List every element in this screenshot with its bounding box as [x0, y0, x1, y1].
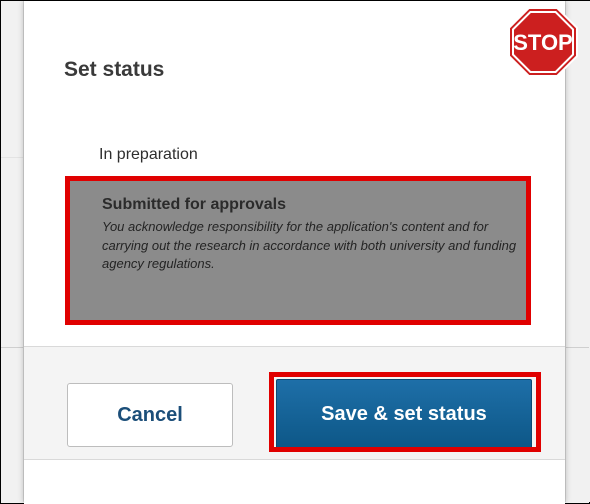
status-option-in-preparation[interactable]: In preparation — [66, 124, 531, 178]
dialog-bottom-area — [24, 459, 565, 504]
cancel-button[interactable]: Cancel — [67, 383, 233, 447]
dialog-footer: Cancel Save & set status — [24, 347, 565, 459]
status-option-description: You acknowledge responsibility for the a… — [102, 219, 517, 271]
status-option-label: Submitted for approvals — [102, 196, 287, 213]
dialog-title: Set status — [64, 58, 165, 81]
background-divider — [1, 347, 23, 348]
status-option-label: In preparation — [99, 146, 198, 163]
background-divider — [1, 157, 23, 158]
set-status-dialog: Set status STOP In preparation Submitted… — [24, 1, 578, 504]
save-and-set-status-button[interactable]: Save & set status — [276, 379, 532, 449]
status-options-list: In preparation Submitted for approvals Y… — [66, 124, 531, 324]
background-divider — [566, 347, 589, 348]
stop-sign-icon: STOP — [508, 7, 578, 77]
background-page-left — [1, 1, 24, 502]
status-option-submitted-for-approvals[interactable]: Submitted for approvals You acknowledge … — [66, 178, 531, 324]
stop-sign-text: STOP — [513, 30, 573, 55]
